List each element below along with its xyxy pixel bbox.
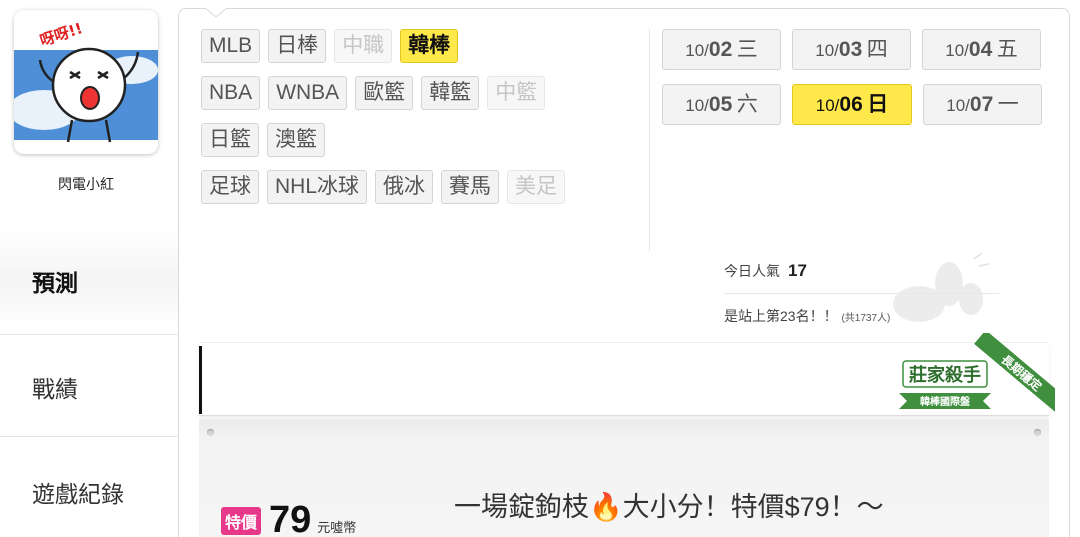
badge-title: 莊家殺手 <box>909 364 981 386</box>
sport-tag-nba[interactable]: NBA <box>201 76 261 110</box>
sport-tag-cpbl: 中職 <box>334 29 393 63</box>
sport-tag-euro-basketball[interactable]: 歐籃 <box>355 76 414 110</box>
sport-row: 足球 NHL冰球 俄冰 賽馬 美足 <box>201 170 641 204</box>
pointer-notch <box>205 8 227 18</box>
sidebar-item-label: 戰績 <box>32 376 78 402</box>
date-row: 10/02 三 10/03 四 10/04 五 <box>662 29 1062 70</box>
sidebar-item-predict[interactable]: 預測 <box>0 228 178 328</box>
divider <box>649 29 650 251</box>
username: 閃電小紅 <box>58 176 114 192</box>
price-value: 79 <box>269 499 312 537</box>
sport-tag-kbo[interactable]: 韓棒 <box>400 29 459 63</box>
main-panel: MLB 日棒 中職 韓棒 NBA WNBA 歐籃 韓籃 中籃 日籃 澳籃 足球 … <box>178 8 1070 537</box>
rank-text: 是站上第23名！！ <box>724 308 838 324</box>
sport-tag-russia-hockey[interactable]: 俄冰 <box>375 170 434 204</box>
price-area: 特價 79 元噓幣 <box>221 499 356 537</box>
date-button[interactable]: 10/07 一 <box>923 84 1042 125</box>
date-button[interactable]: 10/05 六 <box>662 84 781 125</box>
sport-tag-horse-racing[interactable]: 賽馬 <box>441 170 500 204</box>
sport-tag-china-basketball: 中籃 <box>487 76 546 110</box>
badge-subtitle: 韓棒國際盤 <box>920 395 971 408</box>
sidebar: 呀呀!! 閃電小紅 預測 戰績 遊戲紀錄 <box>0 0 178 537</box>
date-button[interactable]: 10/04 五 <box>922 29 1041 70</box>
pick-title[interactable]: 一場錠鉤枝🔥大小分！特價$79！～ <box>454 485 884 524</box>
pin-icon <box>207 429 214 436</box>
sidebar-item-label: 遊戲紀錄 <box>32 481 124 507</box>
popularity-label: 今日人氣 <box>724 263 780 279</box>
sport-tag-american-football: 美足 <box>507 170 566 204</box>
sport-row: NBA WNBA 歐籃 韓籃 中籃 <box>201 76 641 110</box>
sport-tag-npb[interactable]: 日棒 <box>268 29 327 63</box>
pin-icon <box>1034 429 1041 436</box>
sale-badge: 特價 <box>221 507 262 535</box>
sidebar-item-label: 預測 <box>32 270 78 296</box>
sport-tag-korea-basketball[interactable]: 韓籃 <box>421 76 480 110</box>
popularity-box: 今日人氣 17 是站上第23名！！ (共1737人) <box>724 261 999 326</box>
sport-tag-japan-basketball[interactable]: 日籃 <box>201 123 259 157</box>
divider <box>724 293 999 294</box>
sport-tag-nhl[interactable]: NHL冰球 <box>267 170 368 204</box>
strip-accent-bar <box>199 346 202 414</box>
date-button-selected[interactable]: 10/06 日 <box>792 84 912 125</box>
sport-row: MLB 日棒 中職 韓棒 <box>201 29 641 63</box>
sport-filter: MLB 日棒 中職 韓棒 NBA WNBA 歐籃 韓籃 中籃 日籃 澳籃 足球 … <box>201 29 641 217</box>
sidebar-item-record[interactable]: 戰績 <box>0 334 178 434</box>
sidebar-item-game-history[interactable]: 遊戲紀錄 <box>0 437 178 537</box>
avatar[interactable]: 呀呀!! <box>14 10 158 154</box>
date-filter: 10/02 三 10/03 四 10/04 五 10/05 六 10/06 日 … <box>662 29 1062 139</box>
pick-card[interactable]: 特價 79 元噓幣 一場錠鉤枝🔥大小分！特價$79！～ <box>199 419 1049 537</box>
date-row: 10/05 六 10/06 日 10/07 一 <box>662 84 1062 125</box>
date-button[interactable]: 10/03 四 <box>792 29 911 70</box>
sport-tag-mlb[interactable]: MLB <box>201 29 261 63</box>
rank-total: (共1737人) <box>841 313 891 324</box>
price-unit: 元噓幣 <box>317 520 357 535</box>
popularity-value: 17 <box>788 261 807 280</box>
sport-tag-soccer[interactable]: 足球 <box>201 170 259 204</box>
popularity-rank: 是站上第23名！！ (共1737人) <box>724 306 999 326</box>
date-button[interactable]: 10/02 三 <box>662 29 781 70</box>
sport-row: 日籃 澳籃 <box>201 123 641 157</box>
avatar-illustration: 呀呀!! <box>14 10 158 154</box>
sport-tag-australia-basketball[interactable]: 澳籃 <box>267 123 325 157</box>
sport-tag-wnba[interactable]: WNBA <box>268 76 348 110</box>
popularity-today: 今日人氣 17 <box>724 261 999 287</box>
